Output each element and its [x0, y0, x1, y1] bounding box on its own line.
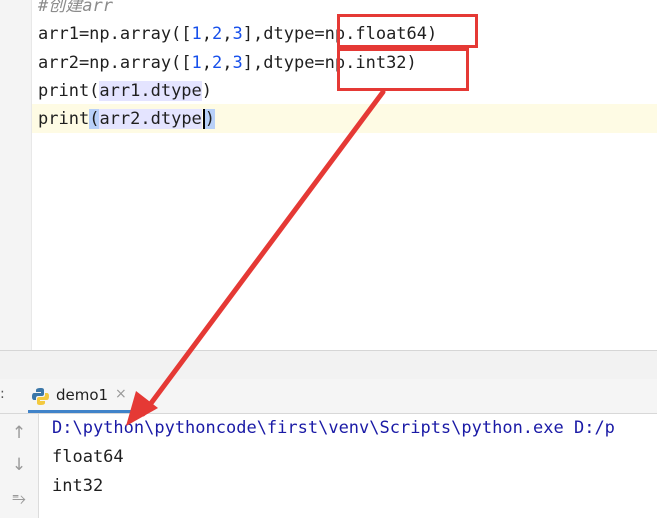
python-icon	[32, 388, 49, 405]
code-text: print(	[38, 81, 100, 101]
matched-bracket: )	[204, 109, 216, 129]
code-text: ,	[222, 24, 233, 44]
console-output-line: int32	[52, 476, 104, 496]
code-number: 3	[232, 24, 243, 44]
code-number: 2	[212, 53, 223, 73]
tab-label[interactable]: demo1	[56, 386, 108, 404]
code-text: arr2=np.array([	[38, 53, 192, 73]
code-comment: #创建arr	[38, 0, 113, 16]
code-number: 3	[232, 53, 243, 73]
scroll-up-icon[interactable]: ↑	[8, 422, 30, 444]
run-label-colon: :	[0, 386, 5, 402]
code-line-4: print(arr2.dtype)	[38, 105, 216, 134]
matched-bracket: (	[89, 109, 100, 129]
console-output-line: float64	[52, 447, 124, 467]
annotation-box-float64	[337, 14, 478, 48]
editor-gutter	[0, 0, 32, 350]
code-text: arr1=np.array([	[38, 24, 192, 44]
code-text: print	[38, 109, 90, 129]
code-editor[interactable]: #创建arr arr1=np.array([1,2,3],dtype=np.fl…	[0, 0, 657, 350]
run-toolbar: ↑ ↓ ⥱	[0, 414, 39, 518]
code-text: ,	[222, 53, 233, 73]
soft-wrap-icon[interactable]: ⥱	[8, 488, 30, 510]
code-number: 2	[212, 24, 223, 44]
code-number: 1	[191, 53, 202, 73]
scroll-down-icon[interactable]: ↓	[8, 454, 30, 476]
code-identifier: arr1.dtype	[99, 81, 202, 101]
code-text: ,	[201, 24, 213, 44]
code-text: )	[201, 81, 213, 101]
panel-splitter[interactable]	[0, 350, 657, 380]
code-number: 1	[191, 24, 202, 44]
code-identifier: arr2.dtype	[99, 109, 202, 129]
annotation-box-int32	[337, 48, 469, 91]
code-text: ,	[201, 53, 213, 73]
console-command: D:\python\pythoncode\first\venv\Scripts\…	[52, 418, 615, 438]
tab-close-icon[interactable]: ×	[115, 386, 127, 402]
code-line-3: print(arr1.dtype)	[38, 77, 212, 106]
